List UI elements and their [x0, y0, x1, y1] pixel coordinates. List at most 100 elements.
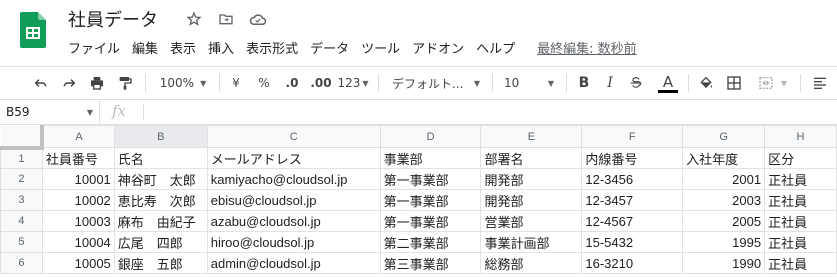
row-header[interactable]: 2 — [0, 168, 43, 190]
cell[interactable]: 総務部 — [480, 252, 583, 274]
cell[interactable]: 事業計画部 — [480, 231, 583, 253]
cell[interactable]: 第二事業部 — [379, 231, 482, 253]
menu-tools[interactable]: ツール — [361, 38, 406, 57]
strikethrough-icon[interactable] — [626, 67, 646, 99]
cell[interactable]: 正社員 — [764, 168, 837, 190]
menu-file[interactable]: ファイル — [68, 38, 126, 57]
row-header[interactable]: 5 — [0, 231, 43, 253]
cell[interactable]: 恵比寿 次郎 — [113, 189, 208, 211]
cell[interactable]: 部署名 — [480, 147, 583, 169]
cell[interactable]: 氏名 — [113, 147, 208, 169]
star-icon[interactable] — [184, 9, 204, 29]
row-header[interactable]: 6 — [0, 252, 43, 274]
text-color-button[interactable]: A — [656, 67, 680, 99]
undo-icon[interactable] — [30, 67, 52, 99]
paint-format-icon[interactable] — [114, 67, 136, 99]
cell[interactable]: 10004 — [41, 231, 115, 253]
cell[interactable]: 正社員 — [764, 210, 837, 232]
cell[interactable]: 正社員 — [764, 252, 837, 274]
column-header[interactable]: F — [581, 125, 684, 148]
name-box[interactable]: B59 ▼ — [0, 100, 100, 124]
sheets-logo-icon[interactable] — [20, 12, 46, 48]
cell[interactable]: 第一事業部 — [379, 210, 482, 232]
menu-help[interactable]: ヘルプ — [476, 38, 521, 57]
font-size-select[interactable]: 10 ▼ — [498, 67, 560, 99]
italic-button[interactable]: I — [600, 67, 620, 99]
column-header[interactable]: A — [41, 125, 115, 148]
cell[interactable]: 事業部 — [379, 147, 482, 169]
cell[interactable]: hiroo@cloudsol.jp — [206, 231, 381, 253]
font-family-select[interactable]: デフォルト... ▼ — [386, 67, 486, 99]
menu-view[interactable]: 表示 — [170, 38, 202, 57]
cell[interactable]: 1995 — [682, 231, 766, 253]
caret-down-icon: ▼ — [547, 78, 554, 88]
cell[interactable]: 第一事業部 — [379, 168, 482, 190]
increase-decimal-button[interactable]: .00 — [308, 67, 334, 99]
cell[interactable]: 10002 — [41, 189, 115, 211]
merge-cells-icon[interactable]: ▼ — [750, 67, 794, 99]
decrease-decimal-button[interactable]: .0 — [280, 67, 304, 99]
menu-addons[interactable]: アドオン — [412, 38, 470, 57]
cell[interactable]: 2003 — [682, 189, 766, 211]
cell[interactable]: 1990 — [682, 252, 766, 274]
cell[interactable]: 営業部 — [480, 210, 583, 232]
cell[interactable]: 12-3456 — [581, 168, 684, 190]
row-header[interactable]: 1 — [0, 147, 43, 169]
cell[interactable]: 正社員 — [764, 189, 837, 211]
cell[interactable]: 2001 — [682, 168, 766, 190]
bold-button[interactable]: B — [574, 67, 594, 99]
menu-insert[interactable]: 挿入 — [208, 38, 240, 57]
cell[interactable]: 開発部 — [480, 168, 583, 190]
currency-format-button[interactable]: ¥ — [226, 67, 246, 99]
cell[interactable]: ebisu@cloudsol.jp — [206, 189, 381, 211]
borders-icon[interactable] — [724, 67, 744, 99]
percent-format-button[interactable]: % — [254, 67, 274, 99]
cell[interactable]: メールアドレス — [206, 147, 381, 169]
cell[interactable]: 内線番号 — [581, 147, 684, 169]
cell[interactable]: 10001 — [41, 168, 115, 190]
column-header[interactable]: C — [206, 125, 381, 148]
cell[interactable]: 正社員 — [764, 231, 837, 253]
cell[interactable]: 10005 — [41, 252, 115, 274]
cell[interactable]: 12-3457 — [581, 189, 684, 211]
cell[interactable]: admin@cloudsol.jp — [206, 252, 381, 274]
cell[interactable]: 第一事業部 — [379, 189, 482, 211]
cell[interactable]: azabu@cloudsol.jp — [206, 210, 381, 232]
cell[interactable]: kamiyacho@cloudsol.jp — [206, 168, 381, 190]
cloud-status-icon[interactable] — [248, 9, 268, 29]
cell[interactable]: 麻布 由紀子 — [113, 210, 208, 232]
row-header[interactable]: 4 — [0, 210, 43, 232]
fill-color-icon[interactable] — [696, 67, 716, 99]
column-header[interactable]: D — [379, 125, 482, 148]
redo-icon[interactable] — [58, 67, 80, 99]
column-header[interactable]: H — [764, 125, 837, 148]
zoom-select[interactable]: 100% ▼ — [152, 67, 214, 99]
menu-edit[interactable]: 編集 — [132, 38, 164, 57]
cell[interactable]: 12-4567 — [581, 210, 684, 232]
column-header[interactable]: G — [682, 125, 766, 148]
cell[interactable]: 入社年度 — [682, 147, 766, 169]
select-all-corner[interactable] — [0, 125, 45, 150]
cell[interactable]: 広尾 四郎 — [113, 231, 208, 253]
cell[interactable]: 社員番号 — [41, 147, 115, 169]
cell[interactable]: 開発部 — [480, 189, 583, 211]
cell[interactable]: 2005 — [682, 210, 766, 232]
row-header[interactable]: 3 — [0, 189, 43, 211]
move-folder-icon[interactable] — [216, 9, 236, 29]
cell[interactable]: 15-5432 — [581, 231, 684, 253]
cell[interactable]: 銀座 五郎 — [113, 252, 208, 274]
column-header[interactable]: B — [113, 125, 208, 148]
more-formats-button[interactable]: 123 ▼ — [336, 67, 370, 99]
cell[interactable]: 10003 — [41, 210, 115, 232]
last-edit-link[interactable]: 最終編集: 数秒前 — [537, 38, 637, 57]
document-title[interactable]: 社員データ — [68, 6, 158, 32]
horizontal-align-icon[interactable] — [808, 67, 832, 99]
menu-data[interactable]: データ — [310, 38, 355, 57]
cell[interactable]: 16-3210 — [581, 252, 684, 274]
cell[interactable]: 第三事業部 — [379, 252, 482, 274]
cell[interactable]: 区分 — [764, 147, 837, 169]
print-icon[interactable] — [86, 67, 108, 99]
cell[interactable]: 神谷町 太郎 — [113, 168, 208, 190]
menu-format[interactable]: 表示形式 — [246, 38, 304, 57]
column-header[interactable]: E — [480, 125, 583, 148]
